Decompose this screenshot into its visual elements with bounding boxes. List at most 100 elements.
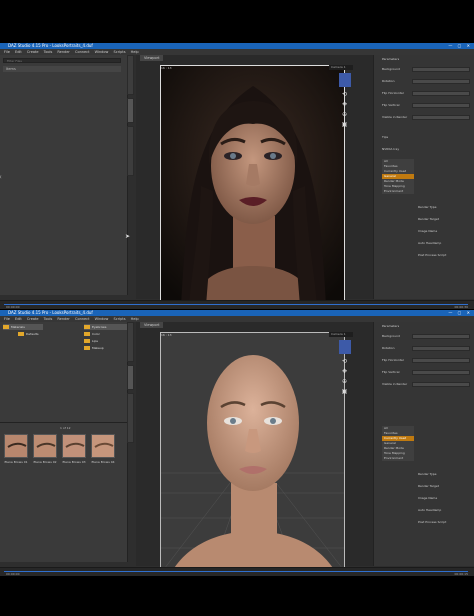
menu-connect[interactable]: Connect — [75, 317, 89, 321]
menu-create[interactable]: Create — [27, 50, 39, 54]
window-title: DAZ Studio 4.15 Pro - LooksPortraits_4.d… — [8, 310, 93, 315]
zoom-icon[interactable]: ⊕ — [341, 111, 348, 118]
folder-materials[interactable]: Materials — [3, 324, 43, 330]
list-item[interactable]: Environment — [382, 456, 414, 461]
menu-help[interactable]: Help — [131, 317, 139, 321]
content-library-pane: Materials Eyebrows Defaults Color Lips M… — [0, 322, 128, 562]
subfolder-color[interactable]: Color — [84, 331, 100, 337]
menu-file[interactable]: File — [4, 50, 10, 54]
portrait-image — [161, 333, 344, 571]
folder-icon — [18, 332, 24, 336]
view-cube-icon[interactable] — [339, 73, 351, 87]
content-library-pane: Filter Files Items ‹ ➤ — [0, 55, 131, 295]
side-tab-scene[interactable] — [127, 55, 134, 95]
viewport-tab[interactable]: Viewport — [140, 55, 164, 61]
timeline-start: 00:00:00 — [6, 305, 20, 309]
thumb-elena-brows-03[interactable] — [62, 434, 86, 458]
orbit-icon[interactable]: ⟲ — [341, 91, 348, 98]
menu-tools[interactable]: Tools — [44, 317, 53, 321]
folder-label: Materials — [11, 325, 25, 329]
viewport-frame-label: 16 : 13 — [161, 66, 172, 70]
menu-create[interactable]: Create — [27, 317, 39, 321]
orbit-icon[interactable]: ⟲ — [341, 358, 348, 365]
viewport-tools: ⟲ ✥ ⊕ ▣ — [341, 358, 349, 398]
thumb-elena-brows-04[interactable] — [91, 434, 115, 458]
thumb-elena-brows-01[interactable] — [4, 434, 28, 458]
param-field-rotation[interactable] — [412, 346, 470, 351]
subfolder-defaults[interactable]: Defaults — [18, 331, 39, 337]
menu-render[interactable]: Render — [57, 50, 69, 54]
pan-icon[interactable]: ✥ — [341, 101, 348, 108]
zoom-icon[interactable]: ⊕ — [341, 378, 348, 385]
portrait-image — [161, 66, 344, 304]
viewport-tools: ⟲ ✥ ⊕ ▣ — [341, 91, 349, 131]
param-field-flip-horizontal[interactable] — [412, 91, 470, 96]
param-field-visible[interactable] — [412, 115, 470, 120]
param-field-flip-horizontal[interactable] — [412, 358, 470, 363]
pan-icon[interactable]: ✥ — [341, 368, 348, 375]
timeline-track[interactable] — [4, 304, 468, 305]
render-settings-list: All Favorites Currently Used General Ren… — [382, 159, 414, 194]
view-cube-icon[interactable] — [339, 340, 351, 354]
param-field-background[interactable] — [412, 334, 470, 339]
camera-dropdown[interactable]: Camera 1 — [329, 332, 353, 337]
folder-eyebrows[interactable]: Eyebrows — [84, 324, 128, 330]
menu-connect[interactable]: Connect — [75, 50, 89, 54]
menu-tools[interactable]: Tools — [44, 50, 53, 54]
thumb-elena-brows-02[interactable] — [33, 434, 57, 458]
menu-file[interactable]: File — [4, 317, 10, 321]
menu-edit[interactable]: Edit — [15, 50, 22, 54]
timeline-track[interactable] — [4, 571, 468, 572]
viewport-tab[interactable]: Viewport — [140, 322, 164, 328]
menu-scripts[interactable]: Scripts — [114, 50, 126, 54]
library-search-input[interactable]: Filter Files — [3, 58, 121, 63]
viewport-pane: Viewport 16: 13 Camera 1 ⟲ ✥ ⊕ ▣ — [136, 55, 373, 305]
folder-label: Eyebrows — [92, 325, 107, 329]
param-field-visible[interactable] — [412, 382, 470, 387]
folder-label: Defaults — [26, 332, 39, 336]
thumb-image — [34, 435, 56, 457]
frame-icon[interactable]: ▣ — [341, 121, 348, 128]
menu-help[interactable]: Help — [131, 50, 139, 54]
parameters-tab[interactable]: Parameters — [382, 57, 472, 62]
viewport-render-bald-portrait[interactable] — [160, 332, 345, 572]
subfolder-makeup[interactable]: Makeup — [84, 345, 104, 351]
thumb-image — [5, 435, 27, 457]
camera-dropdown[interactable]: Camera 1 — [329, 65, 353, 70]
side-tab-smart-content[interactable] — [127, 126, 134, 176]
divider — [0, 422, 127, 423]
side-tab-content[interactable] — [127, 98, 134, 123]
param-field-background[interactable] — [412, 67, 470, 72]
tips-tab[interactable]: Tips — [382, 135, 472, 140]
folder-label: Makeup — [92, 346, 104, 350]
parameters-tab[interactable]: Parameters — [382, 324, 472, 329]
menu-scripts[interactable]: Scripts — [114, 317, 126, 321]
param-field-flip-vertical[interactable] — [412, 370, 470, 375]
window-title: DAZ Studio 4.15 Pro - LooksPortraits_4.d… — [8, 43, 93, 48]
side-tab-smart-content[interactable] — [127, 393, 134, 443]
viewport-render-dark-portrait[interactable] — [160, 65, 345, 305]
timeline-bar[interactable]: 00:00:00 00:00:30 — [0, 300, 474, 309]
param-field-rotation[interactable] — [412, 79, 470, 84]
timeline-bar[interactable]: 00:00:00 00:00:15 — [0, 567, 474, 576]
parameters-pane: Parameters Background Rotation Flip Hori… — [373, 322, 474, 566]
frame-icon[interactable]: ▣ — [341, 388, 348, 395]
folder-label: Color — [92, 332, 100, 336]
subfolder-lips[interactable]: Lips — [84, 338, 98, 344]
timeline-end: 00:00:15 — [454, 572, 468, 576]
menu-window[interactable]: Window — [95, 50, 109, 54]
prop-render-target: Render Target — [418, 217, 439, 221]
prop-render-type: Render Type — [418, 205, 437, 209]
side-tab-scene[interactable] — [127, 322, 134, 362]
library-row[interactable]: Items — [3, 66, 121, 72]
side-tab-content[interactable] — [127, 365, 134, 390]
param-field-flip-vertical[interactable] — [412, 103, 470, 108]
menu-edit[interactable]: Edit — [15, 317, 22, 321]
menu-window[interactable]: Window — [95, 317, 109, 321]
menu-render[interactable]: Render — [57, 317, 69, 321]
list-item[interactable]: Environment — [382, 189, 414, 194]
prop-post-process: Post Process Script — [418, 520, 447, 524]
folder-icon — [84, 325, 90, 329]
chevron-left-icon[interactable]: ‹ — [0, 173, 2, 181]
mouse-cursor-icon: ➤ — [125, 233, 131, 240]
